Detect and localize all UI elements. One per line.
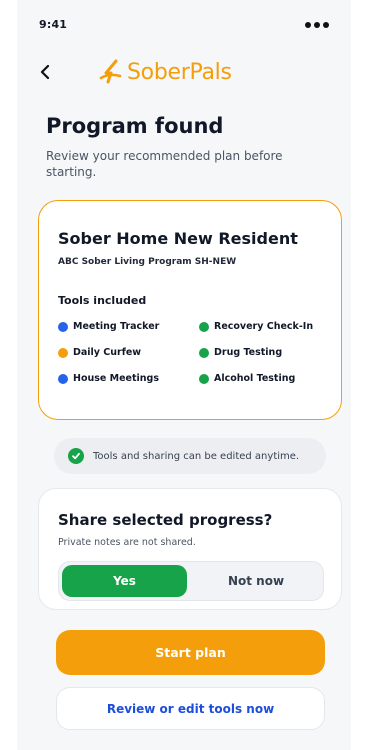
share-progress-card: Share selected progress? Private notes a… — [38, 488, 342, 610]
tool-item-daily-curfew: Daily Curfew — [58, 347, 141, 358]
program-code: ABC Sober Living Program SH-NEW — [58, 257, 237, 267]
status-dot-icon — [58, 321, 68, 332]
page-title: Program found — [46, 114, 224, 138]
tool-label: Recovery Check-In — [214, 321, 314, 332]
back-button[interactable] — [35, 62, 55, 82]
status-dot-icon — [199, 347, 209, 358]
program-name: Sober Home New Resident — [58, 229, 298, 248]
start-plan-button[interactable]: Start plan — [56, 630, 325, 675]
tool-label: Drug Testing — [214, 347, 283, 358]
share-not-now-option[interactable]: Not now — [192, 565, 320, 597]
status-dot-icon — [58, 373, 68, 384]
nav-bar: SoberPals — [17, 56, 351, 88]
status-dot-icon — [58, 347, 68, 358]
tool-item-alcohol-testing: Alcohol Testing — [199, 373, 295, 384]
status-bar: 9:41 — [39, 18, 329, 34]
edit-anytime-notice: Tools and sharing can be edited anytime. — [54, 438, 326, 474]
tool-label: Meeting Tracker — [73, 321, 160, 332]
tool-item-recovery-check-in: Recovery Check-In — [199, 321, 313, 332]
more-dots-icon — [305, 22, 329, 28]
status-time: 9:41 — [39, 18, 68, 31]
logo-text: SoberPals — [127, 59, 232, 85]
share-note: Private notes are not shared. — [58, 537, 196, 548]
check-circle-icon — [68, 448, 84, 464]
share-yes-option[interactable]: Yes — [62, 565, 187, 597]
status-dot-icon — [199, 321, 209, 332]
program-card: Sober Home New Resident ABC Sober Living… — [38, 200, 342, 420]
tool-item-house-meetings: House Meetings — [58, 373, 159, 384]
tool-item-meeting-tracker: Meeting Tracker — [58, 321, 159, 332]
share-toggle: Yes Not now — [58, 561, 324, 601]
status-dot-icon — [199, 373, 209, 384]
tools-heading: Tools included — [58, 294, 147, 307]
notice-text: Tools and sharing can be edited anytime. — [93, 450, 300, 462]
logo: SoberPals — [99, 56, 232, 88]
tool-label: Daily Curfew — [73, 347, 142, 358]
chevron-left-icon — [40, 65, 50, 79]
tool-label: House Meetings — [73, 373, 160, 384]
screen: 9:41 SoberPals Program found Review your… — [17, 0, 351, 750]
share-title: Share selected progress? — [58, 511, 273, 529]
tool-item-drug-testing: Drug Testing — [199, 347, 282, 358]
page-subtitle: Review your recommended plan before star… — [46, 149, 283, 179]
tool-label: Alcohol Testing — [214, 373, 296, 384]
logo-mark-icon — [99, 59, 123, 85]
review-edit-tools-button[interactable]: Review or edit tools now — [56, 687, 325, 730]
